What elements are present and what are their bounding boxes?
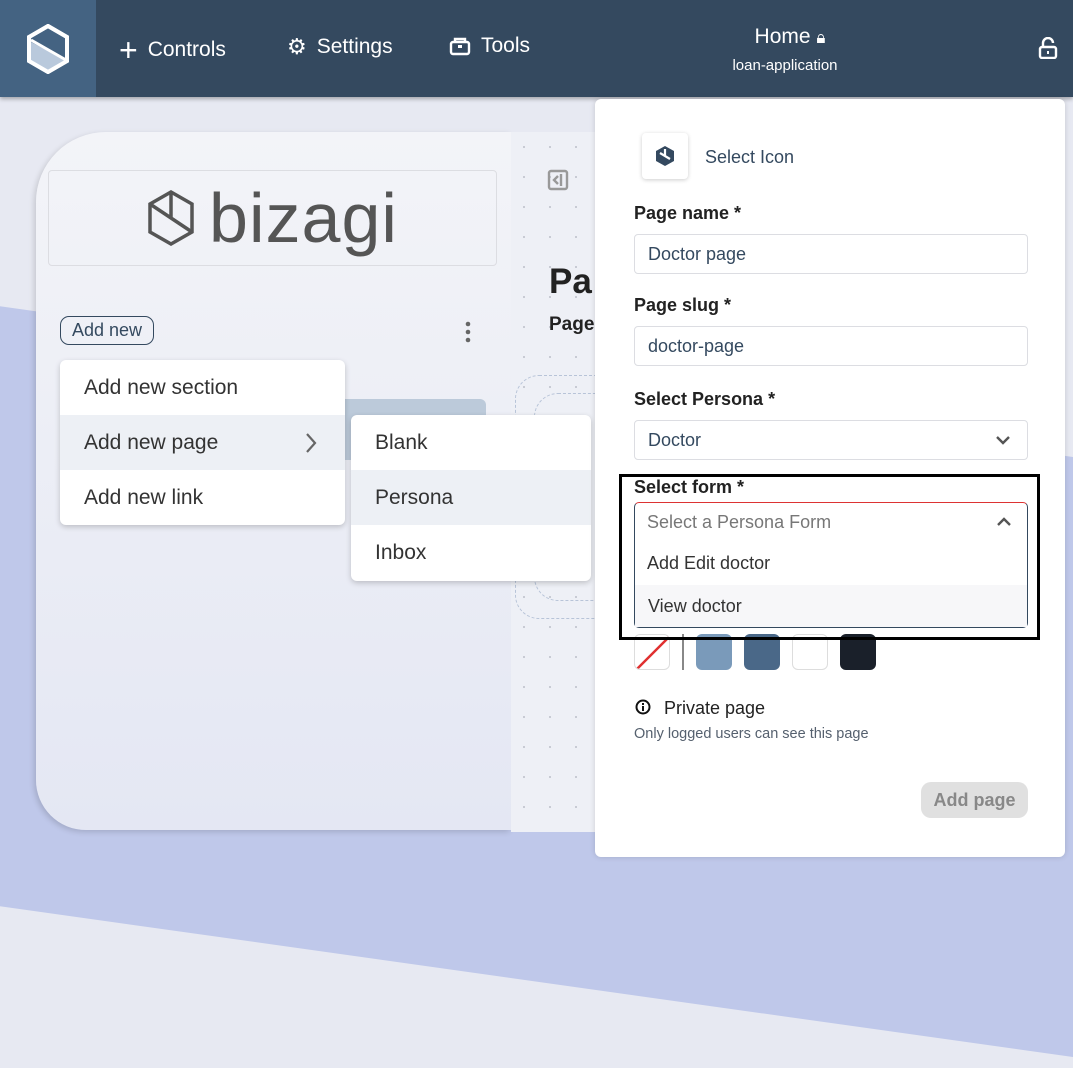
submenu-item-inbox[interactable]: Inbox: [351, 525, 591, 580]
select-icon-label: Select Icon: [705, 147, 795, 167]
unlock-icon[interactable]: [1038, 37, 1058, 59]
page-slug-input[interactable]: doctor-page: [634, 326, 1028, 366]
bizagi-logo-icon: [148, 190, 194, 246]
page-title: Home 🔒︎: [754, 25, 826, 48]
logo-text: bizagi: [209, 179, 398, 257]
controls-menu[interactable]: + Controls: [119, 34, 226, 66]
brand-logo: bizagi: [48, 170, 497, 266]
menu-item-add-section[interactable]: Add new section: [60, 360, 345, 415]
chevron-down-icon: [996, 436, 1010, 445]
bizagi-hex-icon: [27, 23, 69, 74]
private-page-description: Only logged users can see this page: [634, 726, 869, 742]
highlight-box: [619, 474, 1040, 640]
page-type-submenu: Blank Persona Inbox: [351, 415, 591, 581]
add-new-button[interactable]: Add new: [60, 316, 155, 345]
submenu-item-blank[interactable]: Blank: [351, 415, 591, 470]
page-slug-label: Page slug *: [634, 295, 732, 315]
page-name-label: Page name *: [634, 203, 742, 223]
hexagon-icon: [656, 146, 674, 166]
add-page-button[interactable]: Add page: [921, 782, 1028, 818]
toolbox-icon: [449, 37, 471, 56]
page-properties-panel: Select Icon Page name * Doctor page Page…: [595, 99, 1065, 857]
collapse-panel-icon[interactable]: [547, 169, 569, 191]
lock-icon: 🔒︎: [816, 28, 826, 47]
canvas-heading: Pa: [549, 262, 592, 301]
app-logo[interactable]: [0, 0, 96, 97]
tools-menu[interactable]: Tools: [449, 34, 530, 58]
select-icon-button[interactable]: [642, 133, 688, 179]
plus-icon: +: [119, 32, 138, 68]
chevron-right-icon: [306, 432, 317, 453]
page-name-input[interactable]: Doctor page: [634, 234, 1028, 274]
app-name: loan-application: [732, 57, 838, 74]
top-bar: + Controls ⚙ Settings Tools Home 🔒︎ loan-a…: [0, 0, 1073, 97]
settings-menu[interactable]: ⚙ Settings: [287, 34, 393, 60]
menu-item-add-link[interactable]: Add new link: [60, 470, 345, 525]
gear-icon: ⚙: [287, 34, 307, 59]
info-icon: [635, 699, 651, 715]
submenu-item-persona[interactable]: Persona: [351, 470, 591, 525]
more-options-icon[interactable]: [460, 320, 476, 344]
canvas-subheading: Page: [549, 314, 595, 335]
menu-item-add-page[interactable]: Add new page: [60, 415, 345, 470]
persona-select[interactable]: Doctor: [634, 420, 1028, 460]
private-page-label: Private page: [664, 698, 766, 718]
persona-label: Select Persona *: [634, 389, 776, 409]
add-new-menu: Add new section Add new page Add new lin…: [60, 360, 345, 525]
